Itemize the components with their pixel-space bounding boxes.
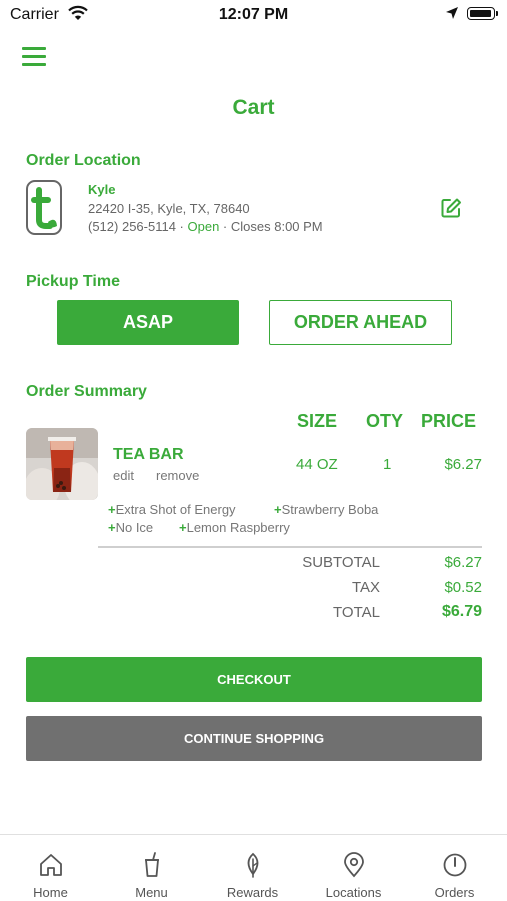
item-name: TEA BAR [113,446,184,463]
size-column-header: SIZE [297,411,338,431]
tax-value: $0.52 [444,579,482,596]
summary-divider [98,546,482,548]
checkout-button[interactable]: CHECKOUT [26,657,482,702]
item-quantity: 1 [383,456,392,473]
location-arrow-icon [446,7,458,19]
addon-item: +Strawberry Boba [274,502,379,517]
pin-icon [344,852,364,878]
store-logo-glyph-icon [31,187,57,229]
tab-home[interactable]: Home [0,835,101,901]
store-phone: (512) 256-5114 [88,219,176,234]
home-icon [40,854,62,876]
tab-label: Rewards [226,885,279,900]
tab-label: Locations [325,885,382,900]
store-name: Kyle [88,182,116,197]
battery-icon [467,7,495,20]
tab-label: Home [33,885,68,900]
order-ahead-button[interactable]: ORDER AHEAD [269,300,452,345]
addon-label: Lemon Raspberry [186,520,290,535]
page-title: Cart [232,96,275,119]
store-open-status: Open [187,219,220,234]
tab-label: Menu [135,885,168,900]
order-summary-heading: Order Summary [26,383,147,400]
leaf-icon [247,852,259,878]
store-logo [26,180,62,235]
tab-orders[interactable]: Orders [404,835,505,901]
item-price: $6.27 [444,456,482,473]
edit-location-icon[interactable] [440,197,462,219]
addon-item: +No Ice [108,520,154,535]
continue-shopping-button[interactable]: CONTINUE SHOPPING [26,716,482,761]
subtotal-label: SUBTOTAL [302,554,380,571]
clock-icon [443,853,467,877]
meta-separator: · [219,219,231,234]
tab-menu[interactable]: Menu [101,835,202,901]
tab-bar: Home Menu Rewards Locations Orders [0,834,507,901]
tax-label: TAX [351,579,380,596]
status-time: 12:07 PM [218,6,289,23]
order-location-heading: Order Location [26,152,141,169]
tab-rewards[interactable]: Rewards [202,835,303,901]
addon-label: No Ice [115,520,154,535]
pickup-time-heading: Pickup Time [26,273,120,290]
total-value: $6.79 [441,603,482,620]
subtotal-value: $6.27 [444,554,482,571]
addon-label: Extra Shot of Energy [115,502,236,517]
battery-tip [496,11,498,16]
addon-item: +Lemon Raspberry [179,520,290,535]
addon-item: +Extra Shot of Energy [108,502,236,517]
hamburger-menu-icon[interactable] [22,44,48,68]
item-size: 44 OZ [296,456,338,473]
price-column-header: PRICE [421,411,477,431]
store-hours: Closes 8:00 PM [230,219,323,234]
meta-separator: · [175,219,188,234]
store-meta: (512) 256-5114 · Open · Closes 8:00 PM [88,219,323,234]
addon-label: Strawberry Boba [281,502,379,517]
item-edit-link[interactable]: edit [113,468,134,483]
product-image [26,428,98,500]
store-address: 22420 I-35, Kyle, TX, 78640 [88,201,250,216]
qty-column-header: OTY [366,411,404,431]
tab-label: Orders [434,885,475,900]
tab-locations[interactable]: Locations [303,835,404,901]
cup-icon [145,852,159,877]
asap-button[interactable]: ASAP [57,300,239,345]
total-label: TOTAL [333,604,380,621]
item-remove-link[interactable]: remove [156,468,199,483]
